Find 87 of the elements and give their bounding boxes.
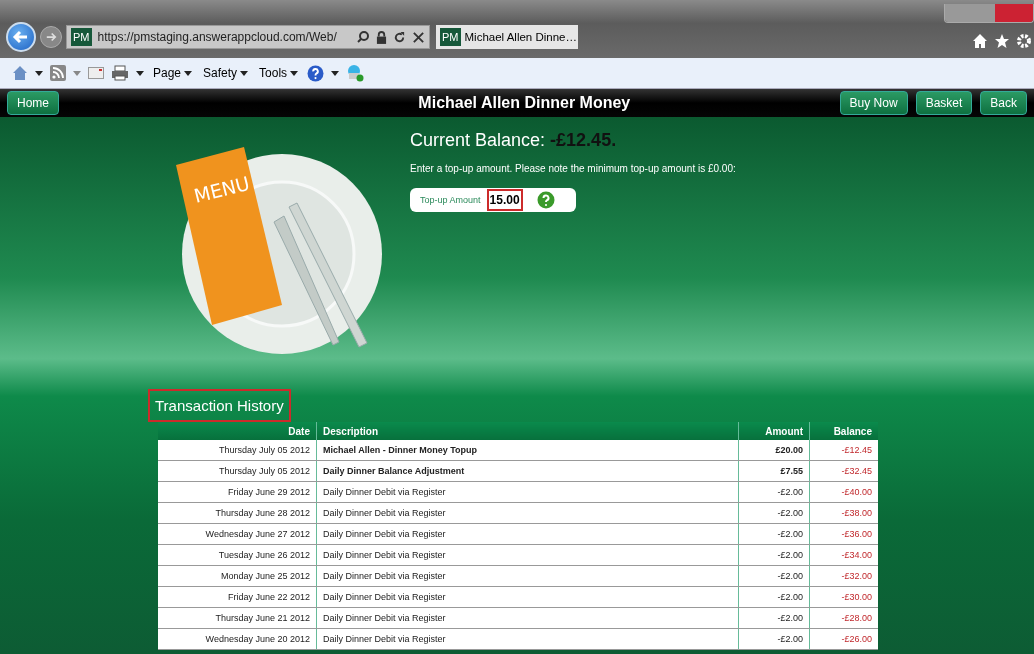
section-title: Transaction History xyxy=(148,389,291,422)
amount-cell: -£2.00 xyxy=(738,586,810,608)
date-cell: Thursday June 28 2012 xyxy=(158,502,317,524)
description-cell: Daily Dinner Debit via Register xyxy=(316,502,739,524)
home-icon[interactable] xyxy=(972,32,988,49)
description-cell: Daily Dinner Debit via Register xyxy=(316,481,739,503)
refresh-icon[interactable] xyxy=(393,30,406,44)
search-icon[interactable] xyxy=(356,30,370,44)
tab-title: Michael Allen Dinne… xyxy=(464,31,577,43)
description-cell: Daily Dinner Debit via Register xyxy=(316,607,739,629)
caret-icon[interactable] xyxy=(331,70,340,76)
date-cell: Monday June 25 2012 xyxy=(158,565,317,587)
topup-amount-field[interactable]: 15.00 xyxy=(486,189,523,211)
amount-cell: £20.00 xyxy=(738,440,810,461)
balance-cell: -£32.45 xyxy=(809,460,878,482)
help-icon[interactable] xyxy=(536,191,555,209)
header-button[interactable]: Basket xyxy=(915,91,973,115)
tab-favicon: PM xyxy=(440,28,461,46)
amount-cell: -£2.00 xyxy=(738,628,810,650)
lock-icon xyxy=(376,30,387,44)
amount-cell: -£2.00 xyxy=(738,544,810,566)
amount-cell: -£2.00 xyxy=(738,481,810,503)
column-header: Amount xyxy=(738,422,810,440)
balance-cell: -£34.00 xyxy=(809,544,878,566)
amount-cell: -£2.00 xyxy=(738,565,810,587)
balance-label: Current Balance: xyxy=(410,130,546,150)
date-cell: Wednesday June 27 2012 xyxy=(158,523,317,545)
header-button[interactable]: Back xyxy=(980,91,1027,115)
column-header: Balance xyxy=(809,422,878,440)
header-button[interactable]: Buy Now xyxy=(839,91,908,115)
instruction-text: Enter a top-up amount. Please note the minimum top-up amount is £0.00: xyxy=(410,163,736,174)
description-cell: Daily Dinner Balance Adjustment xyxy=(316,460,739,482)
star-icon[interactable] xyxy=(994,32,1010,49)
caret-icon[interactable] xyxy=(136,70,144,76)
amount-cell: -£2.00 xyxy=(738,607,810,629)
date-cell: Thursday July 05 2012 xyxy=(158,460,317,482)
balance-cell: -£26.00 xyxy=(809,628,878,650)
url-text: https://pmstaging.answerappcloud.com/Web/ xyxy=(97,30,338,44)
amount-cell: -£2.00 xyxy=(738,502,810,524)
forward-arrow-icon xyxy=(44,30,58,44)
description-cell: Michael Allen - Dinner Money Topup xyxy=(316,440,739,461)
balance-cell: -£32.00 xyxy=(809,565,878,587)
balance-cell: -£30.00 xyxy=(809,586,878,608)
balance-cell: -£28.00 xyxy=(809,607,878,629)
balance-cell: -£38.00 xyxy=(809,502,878,524)
site-favicon: PM xyxy=(71,28,92,46)
browser-tab[interactable]: PM Michael Allen Dinne… xyxy=(436,25,578,49)
column-header: Description xyxy=(316,422,739,440)
help-icon[interactable] xyxy=(307,64,325,82)
toolbar-menu[interactable]: Safety xyxy=(201,66,251,80)
settings-icon[interactable] xyxy=(1016,32,1032,49)
balance-cell: -£36.00 xyxy=(809,523,878,545)
column-header: Date xyxy=(158,422,317,440)
date-cell: Thursday July 05 2012 xyxy=(158,440,317,461)
printer-icon[interactable] xyxy=(111,65,129,81)
description-cell: Daily Dinner Debit via Register xyxy=(316,565,739,587)
date-cell: Wednesday June 20 2012 xyxy=(158,628,317,650)
description-cell: Daily Dinner Debit via Register xyxy=(316,523,739,545)
mail-icon[interactable] xyxy=(88,67,104,79)
back-button[interactable] xyxy=(6,22,36,52)
balance-cell: -£40.00 xyxy=(809,481,878,503)
amount-cell: -£2.00 xyxy=(738,523,810,545)
description-cell: Daily Dinner Debit via Register xyxy=(316,628,739,650)
toolbar-menu[interactable]: Page xyxy=(151,66,195,80)
balance-value: -£12.45. xyxy=(550,130,617,150)
caret-icon[interactable] xyxy=(35,70,43,76)
caret-icon xyxy=(290,70,299,76)
description-cell: Daily Dinner Debit via Register xyxy=(316,586,739,608)
description-cell: Daily Dinner Debit via Register xyxy=(316,544,739,566)
stop-icon[interactable] xyxy=(412,30,425,44)
date-cell: Thursday June 21 2012 xyxy=(158,607,317,629)
home-button[interactable]: Home xyxy=(7,91,59,115)
topup-label: Top-up Amount xyxy=(420,195,481,205)
caret-icon xyxy=(184,70,193,76)
address-bar[interactable]: PM https://pmstaging.answerappcloud.com/Web/ xyxy=(66,25,430,49)
date-cell: Friday June 22 2012 xyxy=(158,586,317,608)
page-title: Michael Allen Dinner Money xyxy=(417,94,632,112)
forward-button[interactable] xyxy=(40,26,62,48)
feed-icon[interactable] xyxy=(50,65,66,81)
date-cell: Friday June 29 2012 xyxy=(158,481,317,503)
amount-cell: £7.55 xyxy=(738,460,810,482)
balance-cell: -£12.45 xyxy=(809,440,878,461)
toolbar-menu[interactable]: Tools xyxy=(257,66,301,80)
menu-text: MENU xyxy=(191,171,252,207)
home-icon[interactable] xyxy=(12,65,28,81)
caret-icon xyxy=(240,70,249,76)
date-cell: Tuesday June 26 2012 xyxy=(158,544,317,566)
